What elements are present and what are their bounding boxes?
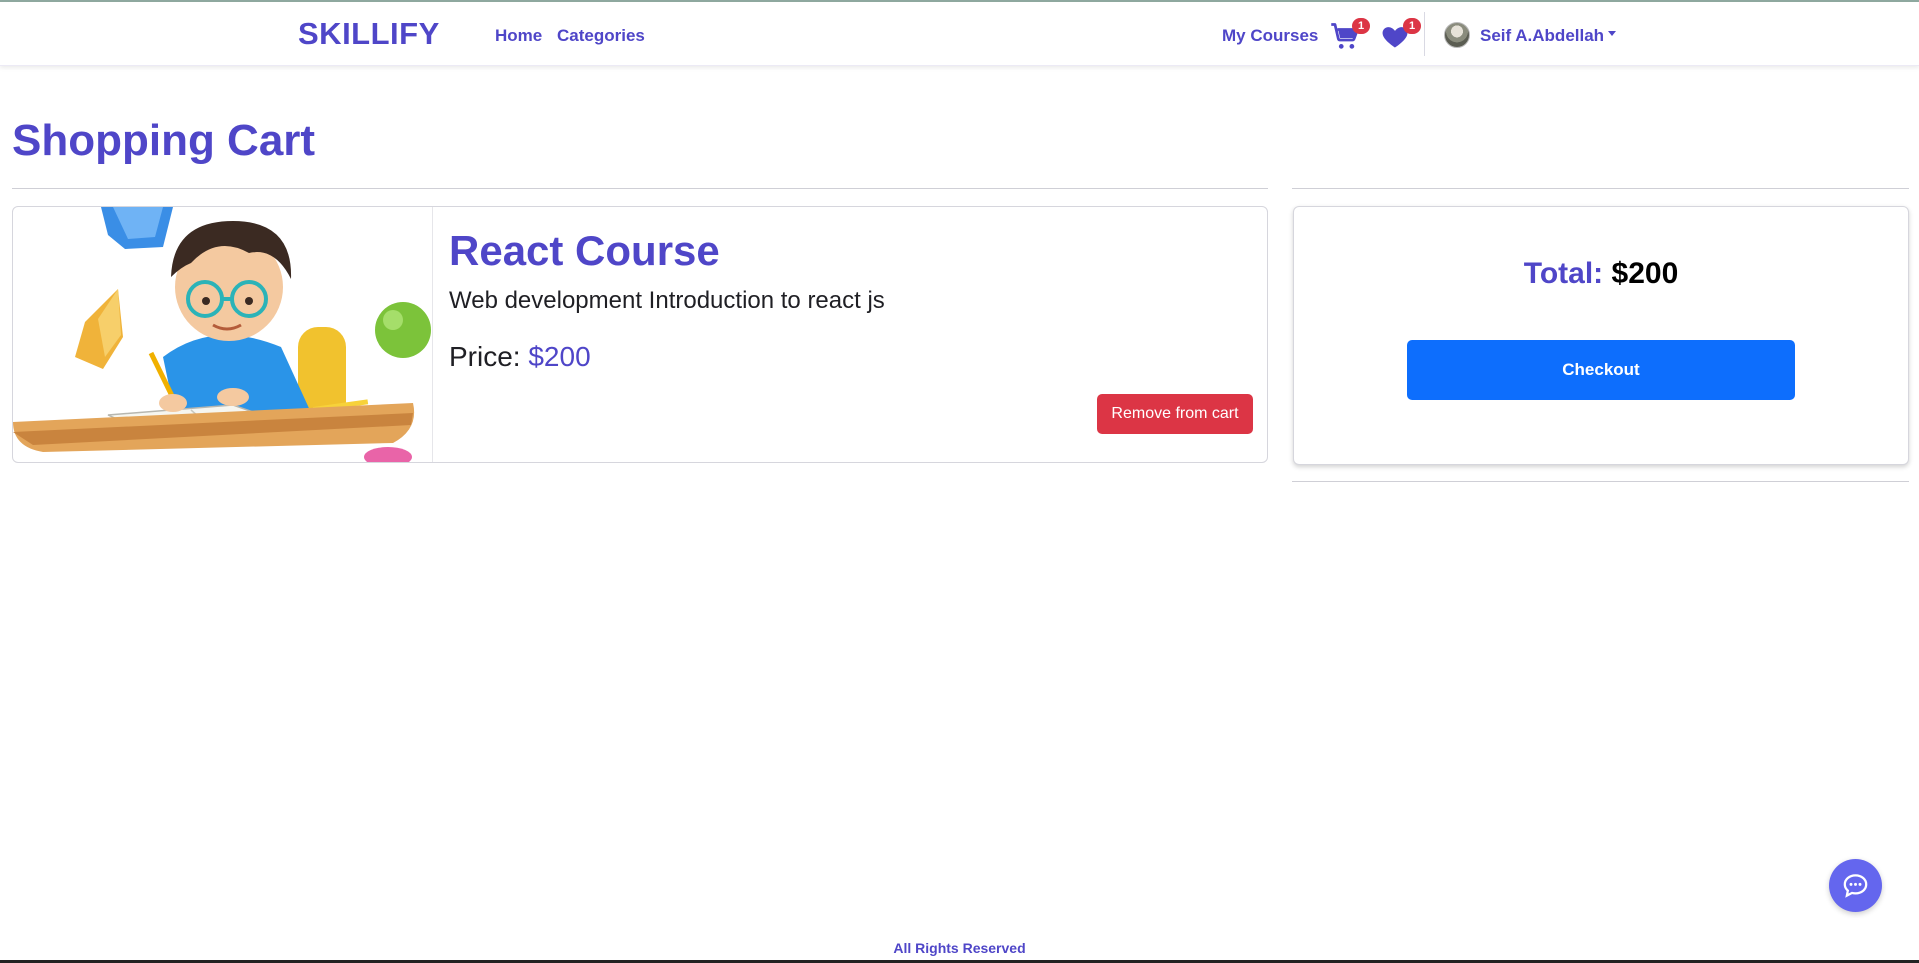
course-title[interactable]: React Course xyxy=(449,227,720,275)
total-label: Total: xyxy=(1523,257,1604,290)
cart-count-badge: 1 xyxy=(1352,18,1370,34)
wishlist-button[interactable]: 1 xyxy=(1381,18,1421,52)
cart-button[interactable]: 1 xyxy=(1330,18,1370,52)
chat-button[interactable] xyxy=(1829,859,1882,912)
nav-categories-link[interactable]: Categories xyxy=(557,26,645,46)
course-thumbnail xyxy=(13,207,433,462)
price-label: Price: xyxy=(449,341,521,372)
total-row: Total: $200 xyxy=(1294,257,1908,291)
page-title: Shopping Cart xyxy=(12,116,316,165)
course-description: Web development Introduction to react js xyxy=(449,287,885,314)
remove-from-cart-button[interactable]: Remove from cart xyxy=(1097,394,1253,434)
checkout-button[interactable]: Checkout xyxy=(1407,340,1795,400)
chevron-down-icon xyxy=(1608,31,1617,37)
wishlist-count-badge: 1 xyxy=(1403,18,1421,34)
nav-home-link[interactable]: Home xyxy=(495,26,542,46)
order-summary-card: Total: $200 Checkout xyxy=(1293,206,1909,465)
footer-text: All Rights Reserved xyxy=(893,940,1026,956)
price-value: $200 xyxy=(528,341,591,372)
divider xyxy=(1292,188,1909,189)
divider xyxy=(12,188,1268,189)
chat-icon xyxy=(1843,874,1868,898)
cart-item-card: React Course Web development Introductio… xyxy=(12,206,1268,463)
total-value: $200 xyxy=(1611,257,1679,290)
course-price: Price: $200 xyxy=(449,341,591,373)
navbar-divider xyxy=(1424,12,1425,56)
user-menu-toggle[interactable]: Seif A.Abdellah xyxy=(1480,26,1617,46)
avatar[interactable] xyxy=(1444,22,1470,48)
divider xyxy=(1292,481,1909,482)
navbar: SKILLIFY Home Categories My Courses 1 1 … xyxy=(0,2,1919,66)
brand-logo[interactable]: SKILLIFY xyxy=(298,16,440,52)
nav-my-courses-link[interactable]: My Courses xyxy=(1222,26,1318,46)
user-name: Seif A.Abdellah xyxy=(1480,26,1605,45)
